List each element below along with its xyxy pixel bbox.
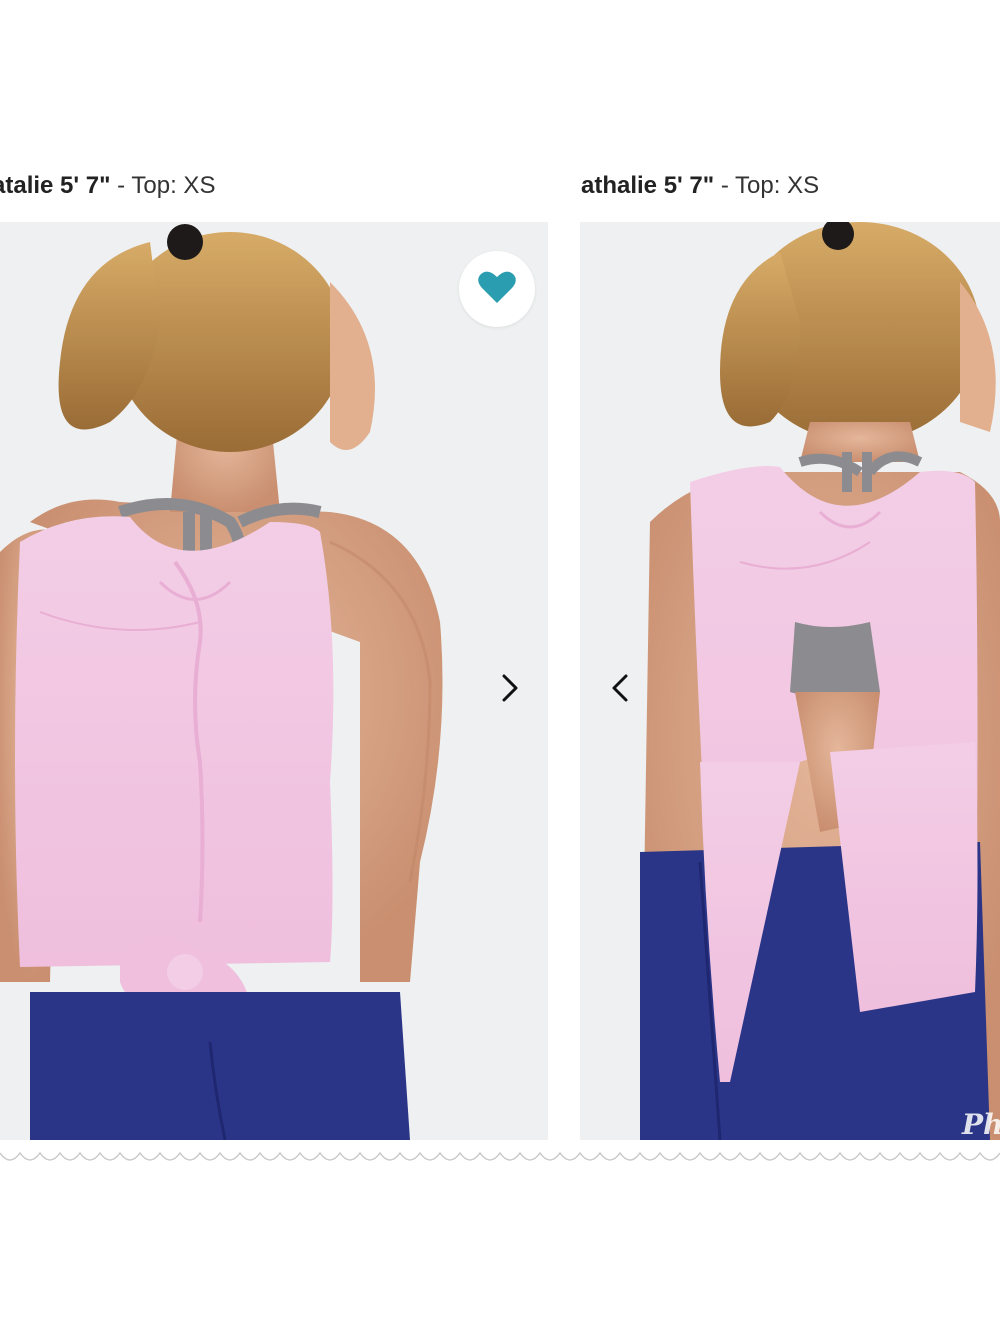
product-photo-back-knotted[interactable] <box>0 222 548 1140</box>
watermark-text: Ph <box>962 1108 1000 1141</box>
favorite-button[interactable] <box>459 251 535 327</box>
previous-image-button[interactable] <box>600 665 640 715</box>
heart-icon <box>477 269 517 310</box>
chevron-right-icon <box>500 673 520 708</box>
model-caption-right: athalie 5' 7" - Top: XS <box>581 172 819 200</box>
model-illustration <box>0 222 548 1140</box>
model-illustration <box>580 222 1000 1140</box>
model-size: - Top: XS <box>117 172 216 199</box>
model-name-height: atalie 5' 7" <box>0 172 111 199</box>
model-caption-left: atalie 5' 7" - Top: XS <box>0 172 215 200</box>
model-size: - Top: XS <box>720 172 820 199</box>
next-image-button[interactable] <box>490 665 530 715</box>
scalloped-divider <box>0 1151 1000 1161</box>
product-photo-back-split[interactable] <box>580 222 1000 1140</box>
chevron-left-icon <box>610 673 630 708</box>
model-name-height: athalie 5' 7" <box>581 172 715 199</box>
